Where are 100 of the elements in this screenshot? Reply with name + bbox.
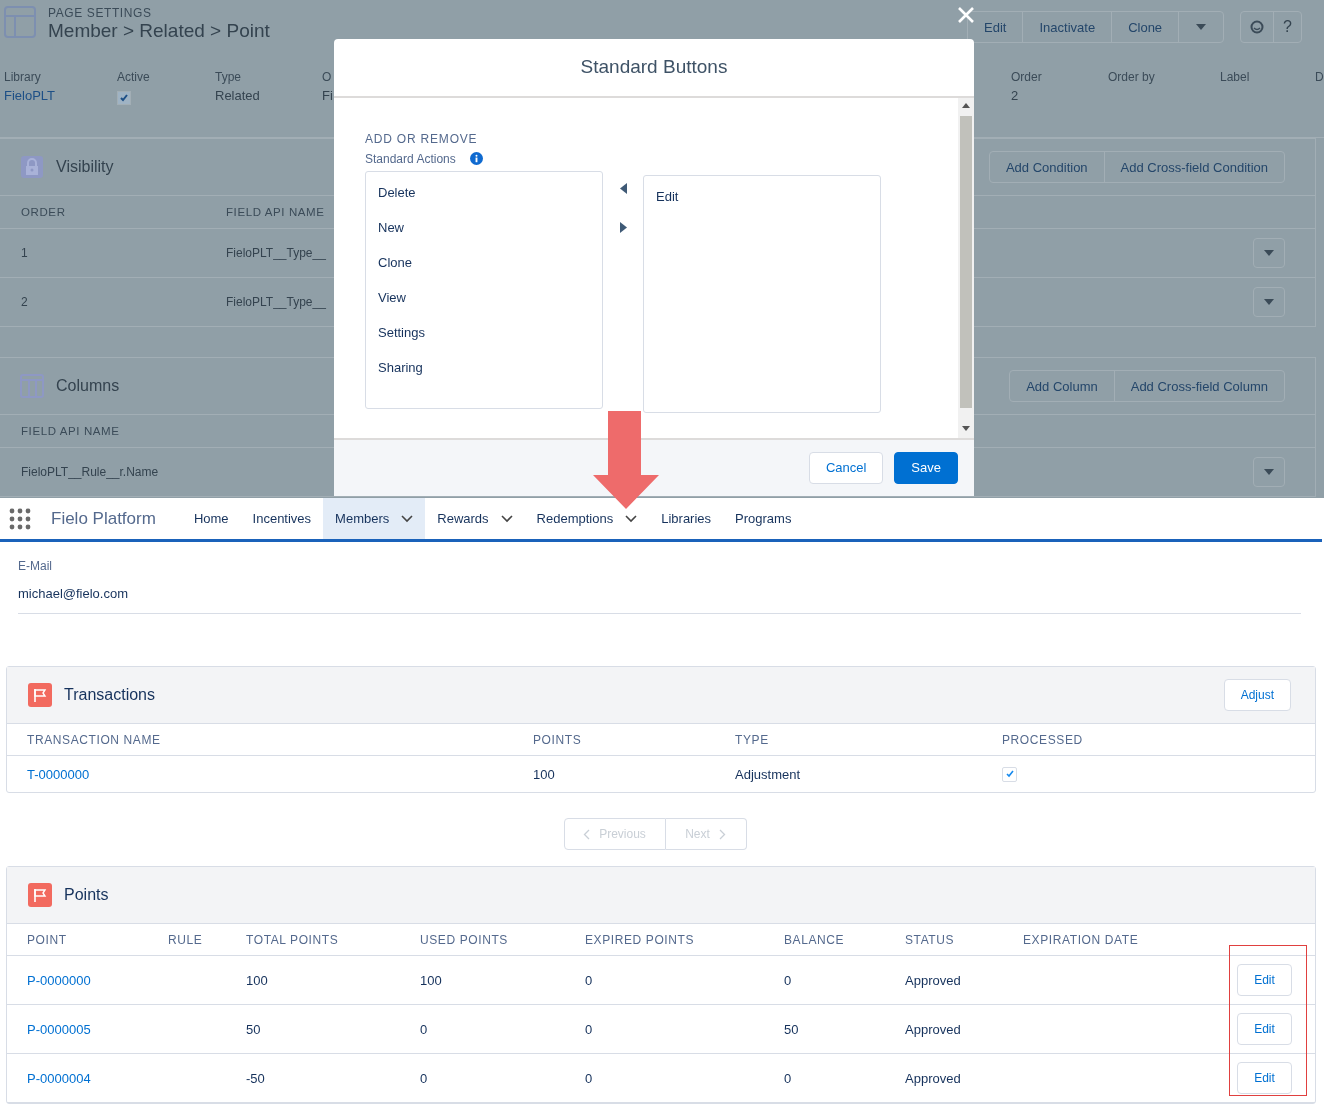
info-icon[interactable] [469, 152, 483, 165]
table-cell-text: 0 [420, 1021, 429, 1037]
row-menu-button[interactable] [1253, 238, 1285, 268]
column-header: PROCESSED [1002, 732, 1084, 747]
column-header: POINTS [533, 732, 583, 747]
field-label: E-Mail [18, 559, 53, 573]
table-cell-text: 100 [246, 972, 269, 988]
caret-down-icon [1263, 298, 1275, 306]
list-option[interactable]: Delete [378, 184, 416, 220]
nav-tab[interactable]: Libraries [649, 498, 724, 539]
record-link[interactable]: T-0000000 [27, 766, 90, 782]
table-cell-text: 0 [784, 1070, 793, 1086]
field-label: Library [4, 70, 41, 84]
record-link[interactable]: P-0000000 [27, 972, 91, 988]
move-left-icon[interactable] [619, 182, 627, 194]
add-button[interactable]: Add Condition [989, 152, 1104, 182]
nav-tab[interactable]: Programs [723, 498, 804, 539]
table-cell-text: 0 [585, 1021, 594, 1037]
table-cell: FieloPLT__Type__ [226, 295, 326, 309]
field-value: 2 [1011, 88, 1019, 103]
field-label: Order [1011, 70, 1042, 84]
app-name: Fielo Platform [51, 508, 156, 529]
nav-tab[interactable]: Home [181, 498, 241, 539]
column-header: ORDER [21, 206, 66, 218]
column-header: EXPIRED POINTS [585, 932, 696, 947]
nav-tab[interactable]: Rewards [425, 498, 525, 539]
list-option[interactable]: Settings [378, 324, 425, 360]
table-cell-text: 0 [585, 972, 594, 988]
cancel-button[interactable]: Cancel [808, 451, 884, 484]
flag-icon [28, 683, 52, 707]
list-option[interactable]: Edit [656, 188, 679, 224]
field-label: Standard Actions [365, 151, 456, 166]
row-menu-button[interactable] [1253, 457, 1285, 487]
action-button[interactable]: Inactivate [1022, 12, 1112, 42]
add-button[interactable]: Add Cross-field Condition [1103, 152, 1284, 182]
field-label: Order by [1108, 70, 1155, 84]
nav-tab[interactable]: Incentives [240, 498, 324, 539]
table-cell-text: Approved [905, 1070, 962, 1086]
action-button[interactable]: Clone [1111, 12, 1179, 42]
app-launcher-icon[interactable] [9, 507, 31, 530]
field-label: Type [215, 70, 241, 84]
adjust-button[interactable]: Adjust [1223, 679, 1291, 711]
lock-icon [20, 155, 44, 179]
move-right-icon[interactable] [619, 221, 627, 233]
table-cell: FieloPLT__Type__ [226, 246, 326, 260]
caret-down-icon [1195, 23, 1208, 31]
caret-down-icon [1263, 249, 1275, 257]
scrollbar[interactable] [958, 97, 974, 438]
field-value: Fi [322, 88, 333, 103]
table-cell: FieloPLT__Rule__r.Name [21, 465, 159, 479]
card-title: Points [64, 886, 109, 904]
list-option[interactable]: View [378, 289, 406, 325]
chevron-down-icon[interactable] [625, 514, 638, 523]
table-cell-text: 100 [420, 972, 443, 988]
column-header: TYPE [735, 732, 770, 747]
record-link[interactable]: P-0000005 [27, 1021, 91, 1037]
table-cell-text: 50 [246, 1021, 262, 1037]
table-cell-text: 0 [784, 972, 793, 988]
page-title: Member > Related > Point [48, 20, 270, 42]
list-option[interactable]: Clone [378, 254, 412, 290]
add-button[interactable]: Add Cross-field Column [1113, 371, 1284, 401]
section-heading: ADD OR REMOVE [365, 131, 478, 146]
edit-button[interactable]: Edit [1237, 964, 1292, 996]
chevron-down-icon[interactable] [401, 514, 414, 523]
table-cell: 2 [21, 295, 28, 309]
close-icon[interactable] [957, 6, 975, 24]
action-button[interactable]: Edit [968, 12, 1023, 42]
modal-title: Standard Buttons [580, 56, 728, 79]
list-option[interactable]: Sharing [378, 359, 423, 395]
list-option[interactable]: New [378, 219, 404, 255]
nav-tab[interactable]: Members [323, 498, 426, 539]
column-header: TRANSACTION NAME [27, 732, 162, 747]
table-cell-text: -50 [246, 1070, 266, 1086]
table-cell: 1 [21, 246, 28, 260]
field-label: Active [117, 70, 150, 84]
card-title: Transactions [64, 686, 155, 704]
field-link[interactable]: FieloPLT [4, 88, 56, 103]
column-header: STATUS [905, 932, 956, 947]
column-header: TOTAL POINTS [246, 932, 340, 947]
panel-title: Visibility [56, 158, 114, 176]
table-cell-text: 100 [533, 766, 556, 782]
column-header: EXPIRATION DATE [1023, 932, 1140, 947]
edit-button[interactable]: Edit [1237, 1062, 1292, 1094]
caret-down-icon [1263, 468, 1275, 476]
chevron-right-icon [718, 828, 726, 840]
table-cell-text: 0 [420, 1070, 429, 1086]
add-button[interactable]: Add Column [1010, 371, 1114, 401]
chevron-down-icon[interactable] [500, 514, 513, 523]
edit-button[interactable]: Edit [1237, 1013, 1292, 1045]
page-eyebrow: PAGE SETTINGS [48, 6, 153, 20]
table-cell-text: Approved [905, 972, 962, 988]
row-menu-button[interactable] [1253, 287, 1285, 317]
chevron-left-icon [583, 828, 591, 840]
record-link[interactable]: P-0000004 [27, 1070, 91, 1086]
column-header: FIELD API NAME [226, 206, 325, 218]
panel-title: Columns [56, 377, 120, 395]
field-label: Label [1220, 70, 1250, 84]
nav-tab[interactable]: Redemptions [524, 498, 650, 539]
save-button[interactable]: Save [894, 451, 958, 484]
columns-icon [20, 374, 44, 398]
